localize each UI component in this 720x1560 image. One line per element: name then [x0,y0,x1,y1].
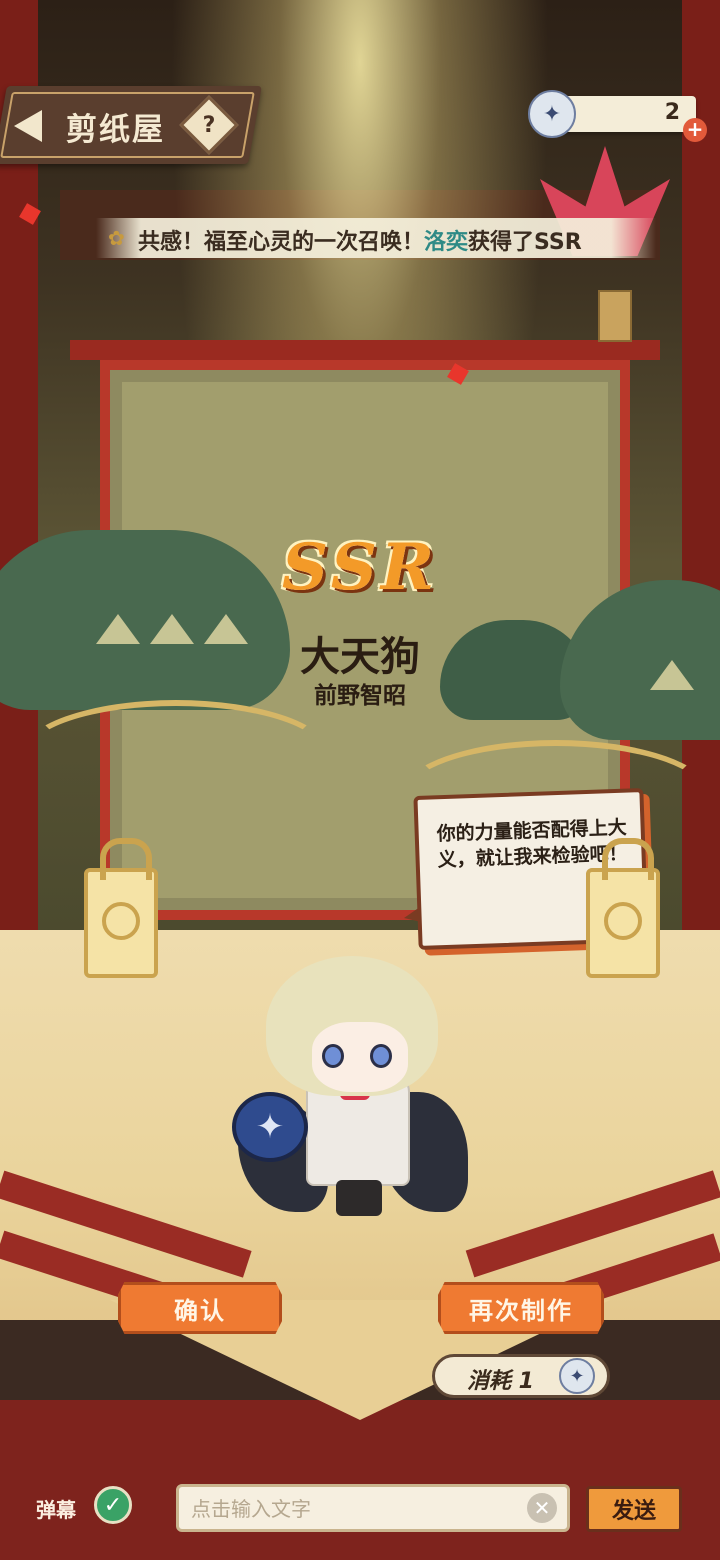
pine-pattern [650,660,694,690]
chat-input[interactable] [189,1493,513,1525]
summon-result-scene: 剪纸屋 ? 2 ✦ + ✿ 共感！福至心灵的一次召唤！洛奕获得了SSR SSR … [0,0,720,1560]
paper-doll-ticket-icon: ✦ [559,1358,595,1394]
lantern-left-icon [84,838,158,978]
pine-pattern [96,614,140,644]
danmu-toggle-check-icon[interactable]: ✓ [94,1486,132,1524]
page-title: 剪纸屋 [66,112,165,148]
character-quote: 你的力量能否配得上大义，就让我来检验吧！ [436,816,628,872]
send-button[interactable]: 发送 [586,1486,682,1532]
ticker-text: 共感！福至心灵的一次召唤！洛奕获得了SSR [138,224,582,256]
pine-pattern [204,614,248,644]
add-ticket-button[interactable]: + [683,118,707,142]
confirm-button[interactable]: 确认 [118,1282,282,1334]
danmu-label: 弹幕 [36,1498,76,1522]
hanging-tag-icon [598,290,632,342]
paper-doll-ticket-icon: ✦ [528,90,576,138]
pine-pattern [150,614,194,644]
ticket-count: 2 [664,100,680,125]
character-legs [336,1180,382,1216]
flower-icon: ✿ [108,226,125,250]
lantern-right-icon [586,838,660,978]
ticker-player-name: 洛奕 [424,230,469,255]
rarity-badge: SSR [281,530,439,605]
ticker-suffix: 获得了SSR [468,230,582,255]
cost-label: 消耗 1 [467,1369,534,1394]
bottom-band [0,1400,720,1560]
chat-input-box[interactable]: ✕ [176,1484,570,1532]
voice-actor-name: 前野智昭 [314,683,406,709]
character-sprite[interactable]: ✦ [228,952,478,1242]
war-fan-icon: ✦ [232,1092,308,1162]
left-eye [322,1044,344,1068]
right-eye [370,1044,392,1068]
question-icon: ? [202,112,216,138]
announcement-ticker: ✿ 共感！福至心灵的一次召唤！洛奕获得了SSR [96,218,656,258]
back-arrow-icon[interactable] [14,110,42,142]
gold-ribbon [20,700,332,812]
ticker-prefix: 共感！福至心灵的一次召唤！ [138,230,425,255]
clear-icon[interactable]: ✕ [527,1493,557,1523]
make-again-button[interactable]: 再次制作 [438,1282,604,1334]
frame-top-bar [70,340,660,360]
character-name: 大天狗 [300,633,420,680]
character-face [312,1022,408,1092]
cost-indicator: 消耗 1 ✦ [432,1354,610,1398]
